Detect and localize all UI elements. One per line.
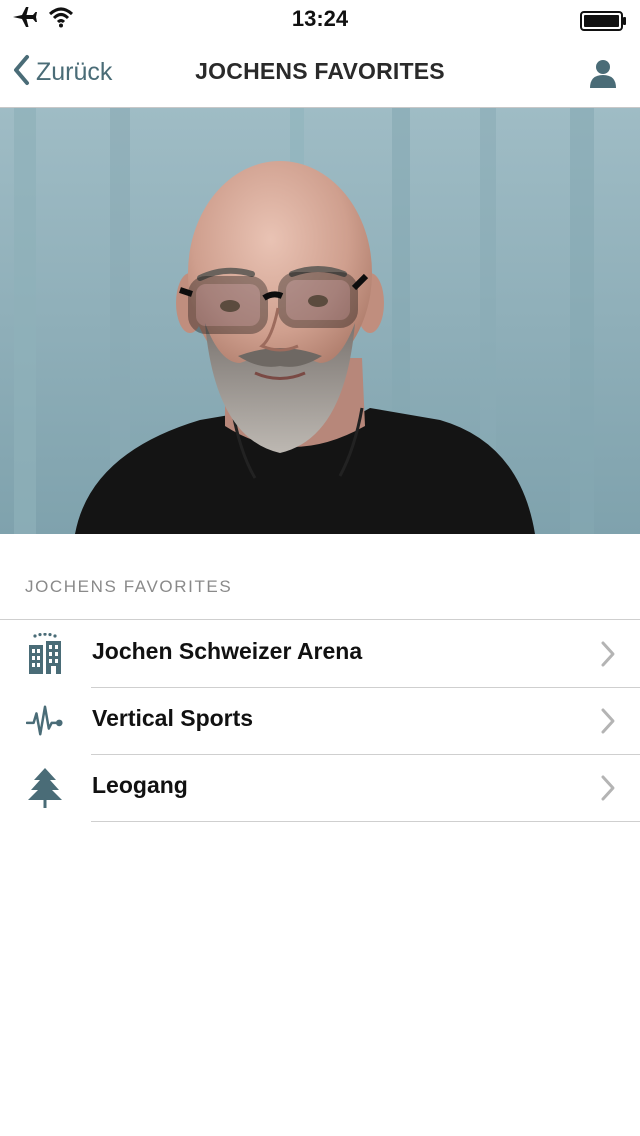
profile-button[interactable] <box>588 58 618 93</box>
hotel-building-icon <box>26 633 64 674</box>
list-item-label: Vertical Sports <box>92 705 254 731</box>
navigation-bar: Zurück JOCHENS FAVORITES <box>0 40 640 108</box>
person-icon <box>588 60 618 92</box>
hero-photo <box>0 108 640 534</box>
status-time: 13:24 <box>291 6 349 31</box>
chevron-right-icon <box>600 640 616 673</box>
favorites-list: Jochen Schweizer Arena Vertical Sports L… <box>0 620 640 822</box>
list-item-label: Leogang <box>92 772 188 798</box>
chevron-right-icon <box>600 707 616 740</box>
list-item-leogang[interactable]: Leogang <box>0 754 640 822</box>
row-divider <box>91 821 640 822</box>
tree-icon <box>26 768 64 808</box>
battery-icon <box>580 10 628 37</box>
section-header: JOCHENS FAVORITES <box>25 577 233 596</box>
status-bar: 13:24 <box>0 0 640 40</box>
page-title: JOCHENS FAVORITES <box>195 58 445 84</box>
list-item-jochen-schweizer-arena[interactable]: Jochen Schweizer Arena <box>0 620 640 688</box>
list-item-vertical-sports[interactable]: Vertical Sports <box>0 687 640 755</box>
list-item-label: Jochen Schweizer Arena <box>92 638 363 664</box>
pulse-line-icon <box>26 701 64 741</box>
chevron-right-icon <box>600 774 616 807</box>
